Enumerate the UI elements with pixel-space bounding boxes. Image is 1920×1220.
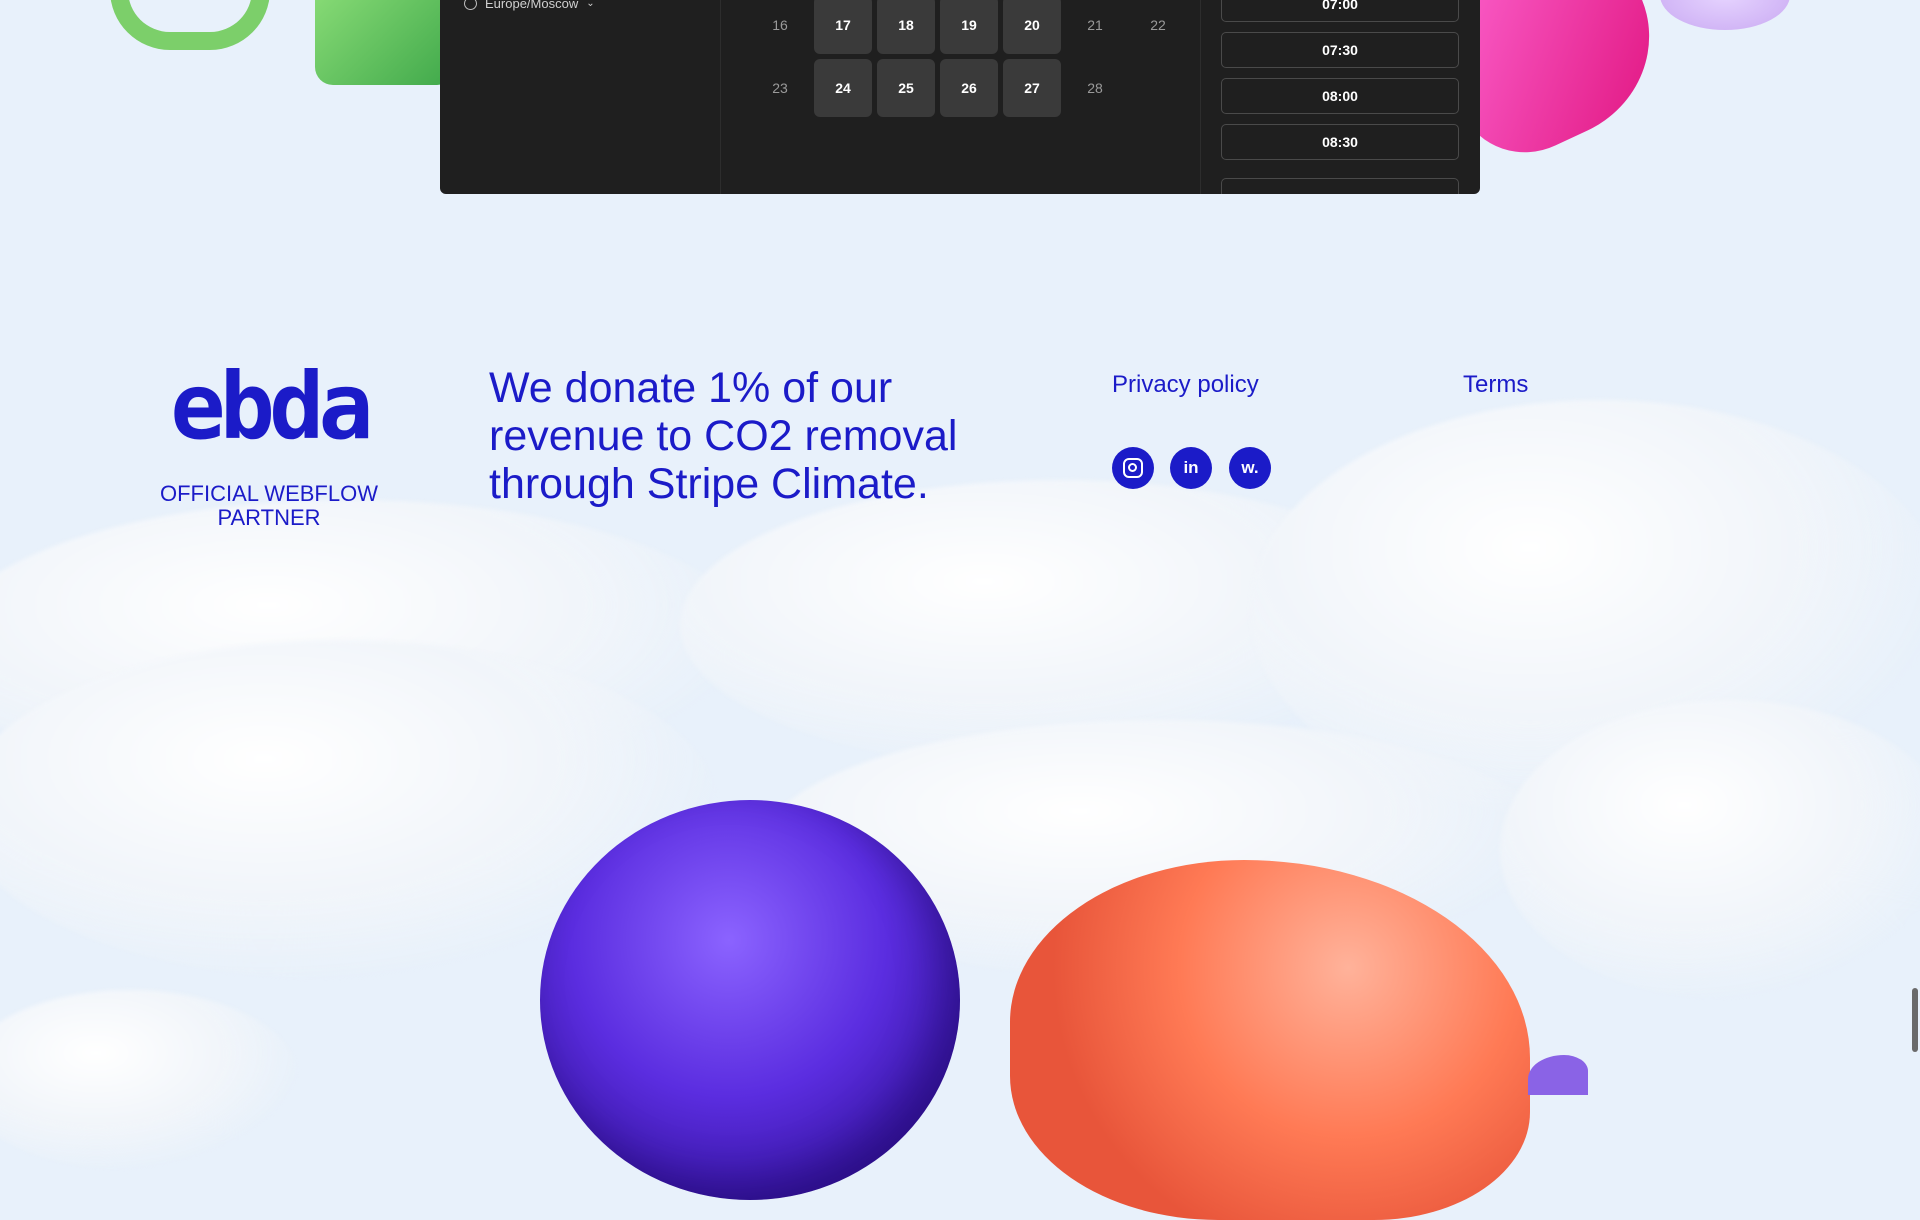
timezone-label: Europe/Moscow	[485, 0, 579, 11]
calendar-day[interactable]: 17	[814, 0, 872, 54]
time-slot-button[interactable]: 08:00	[1221, 78, 1459, 114]
purple-sphere-decoration	[540, 800, 960, 1200]
green-blob-decoration	[110, 0, 270, 50]
calendar-day[interactable]: 19	[940, 0, 998, 54]
page-scrollbar[interactable]	[1912, 988, 1918, 1052]
calendar-day: 21	[1087, 17, 1103, 33]
calendar-day: 28	[1087, 80, 1103, 96]
globe-icon	[464, 0, 477, 10]
time-slot-button[interactable]: 07:00	[1221, 0, 1459, 22]
cloud-decoration	[0, 990, 300, 1170]
calendar-day: 22	[1150, 17, 1166, 33]
calendar-day[interactable]: 20	[1003, 0, 1061, 54]
lilac-blob-decoration	[1660, 0, 1790, 30]
calendar-day[interactable]: 24	[814, 59, 872, 117]
booking-calendar-widget: Europe/Moscow ⌄ 16 17 18 19 20 21 22 23 24 25 26 27…	[440, 0, 1480, 194]
privacy-policy-link[interactable]: Privacy policy	[1112, 371, 1259, 399]
instagram-icon	[1123, 458, 1143, 478]
webflow-icon: w.	[1241, 458, 1259, 477]
donation-statement: We donate 1% of our revenue to CO2 remov…	[489, 364, 958, 508]
time-slot-partial[interactable]	[1221, 178, 1459, 194]
webflow-partner-label: OFFICIAL WEBFLOW PARTNER	[160, 481, 378, 530]
linkedin-link[interactable]: in	[1170, 447, 1212, 489]
calendar-day[interactable]: 27	[1003, 59, 1061, 117]
timezone-selector[interactable]: Europe/Moscow ⌄	[464, 0, 595, 11]
linkedin-icon: in	[1183, 458, 1199, 477]
ebda-logo[interactable]: ebda	[138, 361, 400, 453]
booking-info-column: Europe/Moscow ⌄	[440, 0, 721, 194]
green-cube-decoration	[315, 0, 455, 85]
instagram-link[interactable]	[1112, 447, 1154, 489]
calendar-day[interactable]: 26	[940, 59, 998, 117]
calendar-day: 23	[772, 80, 788, 96]
webflow-link[interactable]: w.	[1229, 447, 1271, 489]
chevron-down-icon: ⌄	[586, 0, 595, 9]
terms-link[interactable]: Terms	[1463, 371, 1528, 399]
calendar-day[interactable]: 25	[877, 59, 935, 117]
violet-leaf-decoration	[1528, 1055, 1588, 1095]
calendar-day[interactable]: 18	[877, 0, 935, 54]
time-slot-button[interactable]: 08:30	[1221, 124, 1459, 160]
time-slot-button[interactable]: 07:30	[1221, 32, 1459, 68]
calendar-day: 16	[772, 17, 788, 33]
